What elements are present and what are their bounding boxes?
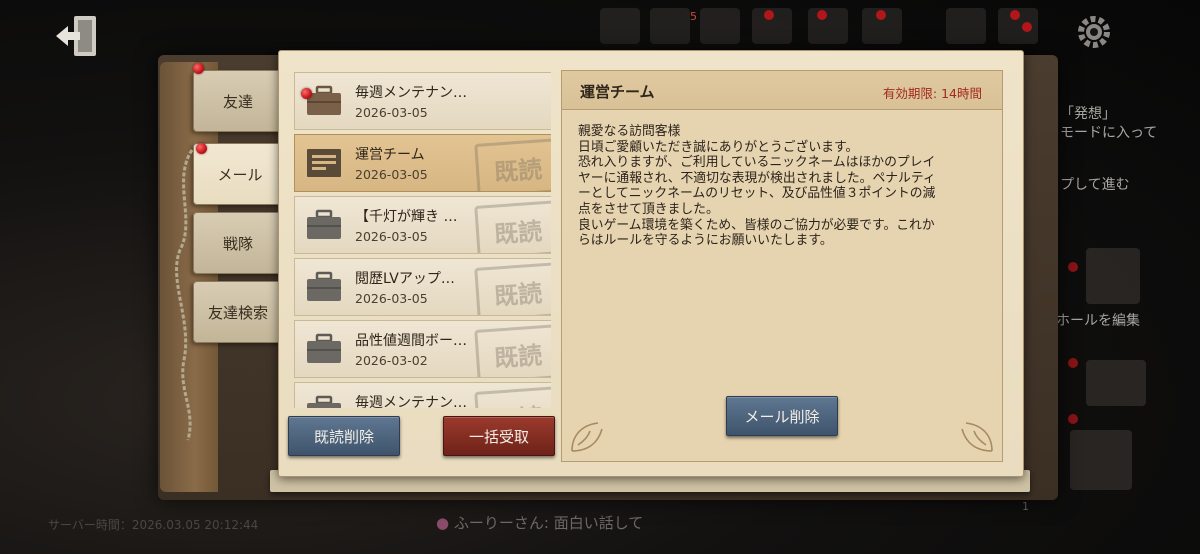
read-stamp: 既読 bbox=[474, 386, 551, 408]
book-icon[interactable] bbox=[1086, 360, 1146, 406]
tab-friend-search[interactable]: 友達検索 bbox=[193, 281, 283, 343]
journal-icon[interactable] bbox=[1070, 430, 1132, 490]
mail-title: 品性値週間ボー… bbox=[355, 333, 467, 349]
mail-title: 閲歴LVアップ… bbox=[355, 271, 455, 287]
unread-dot bbox=[193, 63, 204, 74]
corner-ornament bbox=[961, 422, 993, 452]
settings-gear-icon[interactable] bbox=[1074, 12, 1114, 52]
message-line: ヤーに通報され、不適切な表現が検出されました。ペナルティ bbox=[578, 170, 936, 186]
message-body: 親愛なる訪問客様 日頃ご愛顧いただき誠にありがとうございます。 恐れ入りますが、… bbox=[578, 124, 988, 249]
corner-ornament bbox=[571, 422, 603, 452]
briefcase-icon bbox=[307, 271, 341, 301]
building-icon[interactable] bbox=[946, 8, 986, 44]
chat-text: ふーりーさん: 面白い話して bbox=[453, 514, 644, 532]
notification-dot bbox=[1068, 358, 1078, 368]
message-expiry: 有効期限: 14時間 bbox=[882, 86, 982, 101]
mail-item[interactable]: 閲歴LVアップ… 2026-03-05 既読 bbox=[294, 258, 551, 316]
mail-item[interactable]: 品性値週間ボー… 2026-03-02 既読 bbox=[294, 320, 551, 378]
hall-icon[interactable] bbox=[1086, 248, 1140, 304]
server-time: サーバー時間：2026.03.05 20:12:44 bbox=[48, 518, 259, 532]
tab-squad[interactable]: 戦隊 bbox=[193, 212, 283, 274]
notification-count: 5 bbox=[690, 10, 697, 23]
message-line: 親愛なる訪問客様 bbox=[578, 124, 681, 139]
rose-icon[interactable] bbox=[600, 8, 640, 44]
mail-date: 2026-03-02 bbox=[355, 353, 428, 368]
notification-dot bbox=[876, 10, 886, 20]
tab-label: 友達検索 bbox=[207, 303, 268, 322]
message-header: 運営チーム 有効期限: 14時間 bbox=[562, 71, 1002, 110]
notification-dot bbox=[1010, 10, 1020, 20]
bg-label-mode: モードに入って bbox=[1060, 125, 1158, 141]
notification-dot bbox=[817, 10, 827, 20]
mail-title: 毎週メンテナン… bbox=[355, 395, 467, 408]
claim-all-button[interactable]: 一括受取 bbox=[443, 416, 555, 456]
mail-item[interactable]: 毎週メンテナン… 2026-03-05 bbox=[294, 72, 551, 130]
corner-badge: 1 bbox=[1022, 500, 1029, 513]
read-stamp: 既読 bbox=[474, 262, 551, 315]
mail-date: 2026-03-05 bbox=[355, 105, 428, 120]
mail-list[interactable]: 毎週メンテナン… 2026-03-05 運営チーム 2026-03-05 既読 … bbox=[294, 72, 551, 408]
message-line: 点をさせて頂きました。 bbox=[578, 201, 719, 217]
user-icon: ● bbox=[436, 514, 450, 532]
read-stamp: 既読 bbox=[474, 200, 551, 253]
mail-title: 【千灯が輝き … bbox=[355, 209, 458, 225]
notification-dot bbox=[1022, 22, 1032, 32]
tab-mail[interactable]: メール bbox=[193, 143, 287, 205]
tab-label: 戦隊 bbox=[222, 234, 253, 253]
message-line: らはルールを守るようにお願いいたします。 bbox=[578, 233, 833, 249]
mail-title: 毎週メンテナン… bbox=[355, 85, 467, 101]
tab-friends[interactable]: 友達 bbox=[193, 70, 283, 132]
briefcase-icon bbox=[307, 209, 341, 239]
mail-item[interactable]: 毎週メンテナン… 既読 bbox=[294, 382, 551, 408]
mail-item[interactable]: 運営チーム 2026-03-05 既読 bbox=[294, 134, 551, 192]
binding-string bbox=[175, 149, 194, 441]
mail-date: 2026-03-05 bbox=[355, 167, 428, 182]
bg-label-edit-hall: ホールを編集 bbox=[1056, 313, 1140, 329]
message-line: 恐れ入りますが、ご利用しているニックネームはほかのプレイ bbox=[578, 155, 936, 171]
mail-date: 2026-03-05 bbox=[355, 291, 428, 306]
briefcase-icon bbox=[307, 333, 341, 363]
read-stamp: 既読 bbox=[474, 324, 551, 377]
notification-dot bbox=[764, 10, 774, 20]
chat-line[interactable]: ● ふーりーさん: 面白い話して bbox=[436, 512, 643, 533]
mail-date: 2026-03-05 bbox=[355, 229, 428, 244]
message-line: 良いゲーム環境を築くため、皆様のご協力が必要です。これか bbox=[578, 217, 935, 233]
message-sender: 運営チーム bbox=[580, 83, 655, 101]
message-line: ーとしてニックネームのリセット、及び品性値３ポイントの減 bbox=[578, 186, 936, 202]
notification-dot bbox=[1068, 414, 1078, 424]
bg-label-proceed: プして進む bbox=[1060, 177, 1130, 193]
tab-label: メール bbox=[217, 165, 263, 184]
badge-icon[interactable] bbox=[650, 8, 690, 44]
mail-item[interactable]: 【千灯が輝き … 2026-03-05 既読 bbox=[294, 196, 551, 254]
delete-read-button[interactable]: 既読削除 bbox=[288, 416, 400, 456]
card-icon[interactable] bbox=[808, 8, 848, 44]
document-icon bbox=[307, 149, 341, 177]
tab-label: 友達 bbox=[222, 92, 253, 111]
exit-door-icon[interactable] bbox=[52, 14, 102, 58]
mail-title: 運営チーム bbox=[355, 147, 425, 163]
bg-label-idea: 「発想」 bbox=[1060, 106, 1116, 122]
notification-dot bbox=[1068, 262, 1078, 272]
delete-mail-button[interactable]: メール削除 bbox=[726, 396, 838, 436]
message-line: 日頃ご愛顧いただき誠にありがとうございます。 bbox=[578, 139, 859, 155]
hat-icon[interactable] bbox=[700, 8, 740, 44]
briefcase-icon bbox=[307, 395, 341, 408]
unread-dot bbox=[301, 88, 312, 99]
read-stamp: 既読 bbox=[474, 138, 551, 191]
